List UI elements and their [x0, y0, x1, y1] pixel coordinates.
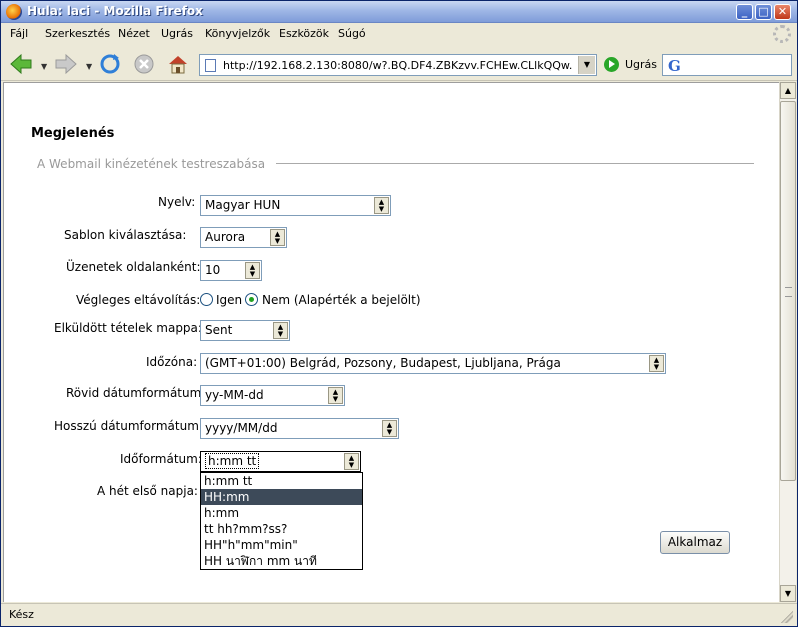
title-bar: Hula: laci - Mozilla Firefox _ □ ✕ — [1, 1, 797, 23]
template-select[interactable]: Aurora ▲ ▼ — [200, 227, 287, 248]
spinner-icon: ▲ ▼ — [344, 453, 359, 470]
messages-per-page-select[interactable]: 10 ▲ ▼ — [200, 260, 262, 281]
menu-bookmarks[interactable]: Könyvjelzők — [205, 27, 270, 40]
close-button[interactable]: ✕ — [774, 4, 791, 20]
template-label: Sablon kiválasztása: — [64, 228, 187, 242]
section-subtitle: A Webmail kinézetének testreszabása — [37, 157, 266, 171]
throbber-icon — [773, 25, 791, 43]
menu-tools[interactable]: Eszközök — [279, 27, 329, 40]
spinner-icon: ▲ ▼ — [374, 197, 389, 214]
permanent-delete-yes-label[interactable]: Igen — [216, 293, 242, 307]
menu-go[interactable]: Ugrás — [161, 27, 193, 40]
language-label: Nyelv: — [158, 195, 196, 209]
language-select[interactable]: Magyar HUN ▲ ▼ — [200, 195, 391, 216]
forward-history-dropdown-icon[interactable]: ▼ — [86, 62, 92, 71]
language-select-value: Magyar HUN — [205, 198, 281, 212]
time-format-option-highlighted[interactable]: HH:mm — [201, 489, 362, 505]
scroll-up-icon[interactable]: ▲ — [780, 82, 796, 99]
url-text[interactable]: http://192.168.2.130:8080/w?.BQ.DF4.ZBKz… — [223, 59, 573, 72]
url-history-dropdown-icon[interactable]: ▼ — [578, 56, 595, 74]
spinner-icon: ▲ ▼ — [328, 387, 343, 404]
window-title: Hula: laci - Mozilla Firefox — [27, 4, 203, 18]
spinner-icon: ▲ ▼ — [273, 322, 288, 339]
resize-grip-icon[interactable] — [781, 611, 793, 623]
long-date-label: Hosszú dátumformátum: — [54, 419, 203, 433]
time-format-select[interactable]: h:mm tt ▲ ▼ — [200, 451, 361, 472]
reload-icon[interactable] — [98, 53, 122, 75]
stop-icon[interactable] — [132, 53, 156, 75]
time-format-option[interactable]: h:mm — [201, 505, 362, 521]
sent-folder-label: Elküldött tételek mappa: — [54, 321, 202, 335]
section-title: Megjelenés — [31, 126, 115, 141]
spinner-icon: ▲ ▼ — [649, 355, 664, 372]
timezone-select[interactable]: (GMT+01:00) Belgrád, Pozsony, Budapest, … — [200, 353, 666, 374]
page-icon — [205, 59, 216, 72]
browser-window: Hula: laci - Mozilla Firefox _ □ ✕ Fájl … — [0, 0, 798, 627]
time-format-dropdown: h:mm tt HH:mm h:mm tt hh?mm?ss? HH"h"mm"… — [200, 472, 363, 570]
go-icon[interactable] — [604, 57, 619, 72]
time-format-option[interactable]: HH นาฬิกา mm นาที — [201, 553, 362, 569]
permanent-delete-no-label[interactable]: Nem (Alapérték a bejelölt) — [262, 293, 421, 307]
time-format-option[interactable]: HH"h"mm"min" — [201, 537, 362, 553]
messages-per-page-value: 10 — [205, 263, 221, 277]
back-icon[interactable] — [9, 53, 33, 75]
url-bar[interactable]: http://192.168.2.130:8080/w?.BQ.DF4.ZBKz… — [199, 54, 597, 76]
spinner-icon: ▲ ▼ — [245, 262, 260, 279]
short-date-label: Rövid dátumformátum: — [66, 386, 206, 400]
short-date-value: yy-MM-dd — [205, 388, 264, 402]
template-select-value: Aurora — [205, 230, 246, 244]
menu-view[interactable]: Nézet — [118, 27, 150, 40]
time-format-value: h:mm tt — [205, 453, 260, 469]
long-date-select[interactable]: yyyy/MM/dd ▲ ▼ — [200, 418, 399, 439]
time-format-label: Időformátum: — [120, 452, 202, 466]
maximize-button[interactable]: □ — [755, 4, 772, 20]
permanent-delete-yes-radio[interactable] — [200, 293, 213, 306]
time-format-option[interactable]: h:mm tt — [201, 473, 362, 489]
apply-button[interactable]: Alkalmaz — [660, 531, 730, 554]
timezone-value: (GMT+01:00) Belgrád, Pozsony, Budapest, … — [205, 356, 561, 370]
minimize-button[interactable]: _ — [736, 4, 753, 20]
sent-folder-select[interactable]: Sent ▲ ▼ — [200, 320, 290, 341]
spinner-icon: ▲ ▼ — [270, 229, 285, 246]
go-button-label[interactable]: Ugrás — [625, 58, 657, 71]
back-history-dropdown-icon[interactable]: ▼ — [41, 62, 47, 71]
navigation-toolbar: ▼ ▼ http://192.168.2.130:8080/w?.BQ.DF4.… — [1, 47, 797, 81]
menu-edit[interactable]: Szerkesztés — [45, 27, 110, 40]
google-icon[interactable]: G — [668, 57, 681, 75]
status-text: Kész — [9, 608, 34, 621]
short-date-select[interactable]: yy-MM-dd ▲ ▼ — [200, 385, 345, 406]
vertical-scrollbar[interactable]: ▲ ▼ — [779, 82, 796, 602]
firefox-icon — [6, 4, 22, 20]
menu-bar: Fájl Szerkesztés Nézet Ugrás Könyvjelzők… — [1, 24, 797, 45]
timezone-label: Időzóna: — [146, 355, 198, 369]
status-bar: Kész — [1, 603, 797, 626]
scroll-thumb[interactable] — [780, 101, 796, 481]
sent-folder-value: Sent — [205, 323, 233, 337]
home-icon[interactable] — [166, 53, 190, 75]
menu-file[interactable]: Fájl — [10, 27, 28, 40]
permanent-delete-no-radio[interactable] — [245, 293, 258, 306]
scroll-down-icon[interactable]: ▼ — [780, 585, 796, 602]
first-day-label: A hét első napja: — [97, 484, 198, 498]
page-content: Megjelenés A Webmail kinézetének testres… — [3, 82, 779, 602]
section-divider — [276, 163, 754, 164]
search-box[interactable]: G — [662, 54, 792, 76]
permanent-delete-label: Végleges eltávolítás: — [76, 293, 201, 307]
spinner-icon: ▲ ▼ — [382, 420, 397, 437]
long-date-value: yyyy/MM/dd — [205, 421, 278, 435]
messages-per-page-label: Üzenetek oldalanként: — [66, 260, 201, 274]
menu-help[interactable]: Súgó — [338, 27, 366, 40]
forward-icon[interactable] — [54, 53, 78, 75]
time-format-option[interactable]: tt hh?mm?ss? — [201, 521, 362, 537]
